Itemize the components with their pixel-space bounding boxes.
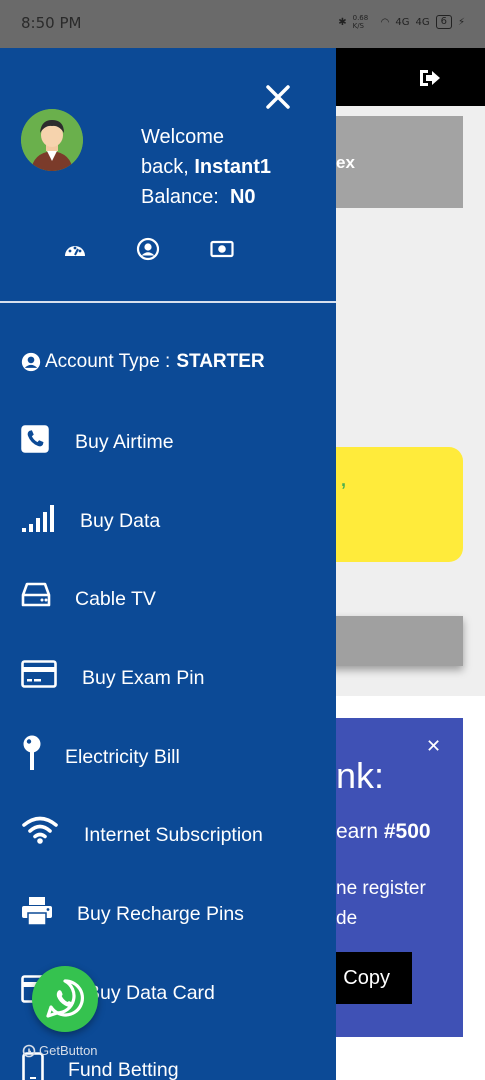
user-circle-icon [21,352,41,372]
welcome-line-1: Welcome [141,126,224,148]
popup-earn-amount: #500 [383,820,431,843]
menu-label: Buy Airtime [75,430,174,453]
popup-earn-text: earn #500 [336,820,431,844]
signal-2-label: 4G [415,16,430,28]
welcome-text: Welcome back, Instant1 Balance: N0 [141,122,271,212]
map-pin-icon [23,735,41,770]
status-time: 8:50 PM [21,14,82,32]
user-profile-icon[interactable] [136,237,160,261]
getbutton-label: GetButton [39,1043,98,1058]
popup-register-line-1: ne register [336,878,426,899]
whatsapp-icon [46,979,85,1018]
avatar [21,109,83,171]
drawer-divider [0,301,336,303]
balance-label: Balance: [141,186,219,208]
menu-item-cable-tv[interactable]: Cable TV [0,569,336,629]
charging-icon: ⚡ [457,16,465,28]
popup-title: nk: [336,755,385,796]
username: Instant1 [194,156,272,178]
wifi-icon [22,816,58,844]
gray-card-text: ex [336,153,355,172]
menu-label: Internet Subscription [84,823,263,846]
close-icon[interactable] [263,82,293,112]
whatsapp-button[interactable] [32,966,98,1032]
menu-item-buy-airtime[interactable]: Buy Airtime [0,412,336,472]
navigation-drawer: Welcome back, Instant1 Balance: N0 Accou… [0,48,336,1080]
signal-1-label: 4G [395,16,410,28]
logout-icon[interactable] [418,67,442,89]
balance-value: N0 [229,186,256,208]
credit-card-icon [21,660,57,688]
popup-close-icon[interactable]: ✕ [426,736,441,757]
signal-bars-icon [22,505,54,532]
menu-label: Buy Data Card [87,981,215,1004]
getbutton-logo-icon [22,1044,36,1057]
money-icon[interactable] [210,237,234,261]
wifi-status-icon: ◠ [380,16,390,28]
getbutton-branding[interactable]: GetButton [22,1043,98,1058]
bluetooth-icon: ✱ [338,16,347,28]
menu-label: Buy Exam Pin [82,666,205,689]
account-type-value: STARTER [176,351,265,372]
status-bar: 8:50 PM ✱ 0.68 K/S ◠ 4G 4G 6 ⚡ [0,0,485,48]
popup-register-text: ne register de [336,874,426,934]
status-icons: ✱ 0.68 K/S ◠ 4G 4G 6 ⚡ [338,14,465,30]
menu-item-electricity-bill[interactable]: Electricity Bill [0,727,336,787]
printer-icon [22,897,52,926]
menu-label: Buy Data [80,509,161,532]
hard-drive-icon [21,582,51,607]
phone-icon [21,425,49,453]
popup-earn-prefix: earn [336,820,384,843]
welcome-back-label: back, [141,156,195,178]
balance-line: Balance: N0 [141,182,271,212]
battery-icon: 6 [435,15,452,29]
popup-register-line-2: de [336,908,358,929]
account-type-label: Account Type : [45,351,171,372]
menu-item-buy-recharge-pins[interactable]: Buy Recharge Pins [0,884,336,944]
menu-label: Electricity Bill [65,745,180,768]
account-type-row: Account Type : STARTER [21,351,265,373]
menu-item-internet-subscription[interactable]: Internet Subscription [0,805,336,865]
menu-item-buy-exam-pin[interactable]: Buy Exam Pin [0,648,336,708]
menu-item-buy-data[interactable]: Buy Data [0,491,336,551]
welcome-line-2: back, Instant1 [141,152,271,182]
net-speed: 0.68 K/S [352,14,369,30]
menu-label: Fund Betting [68,1058,179,1080]
menu-label: Buy Recharge Pins [77,902,244,925]
dashboard-icon[interactable] [63,237,87,261]
menu-label: Cable TV [75,587,156,610]
